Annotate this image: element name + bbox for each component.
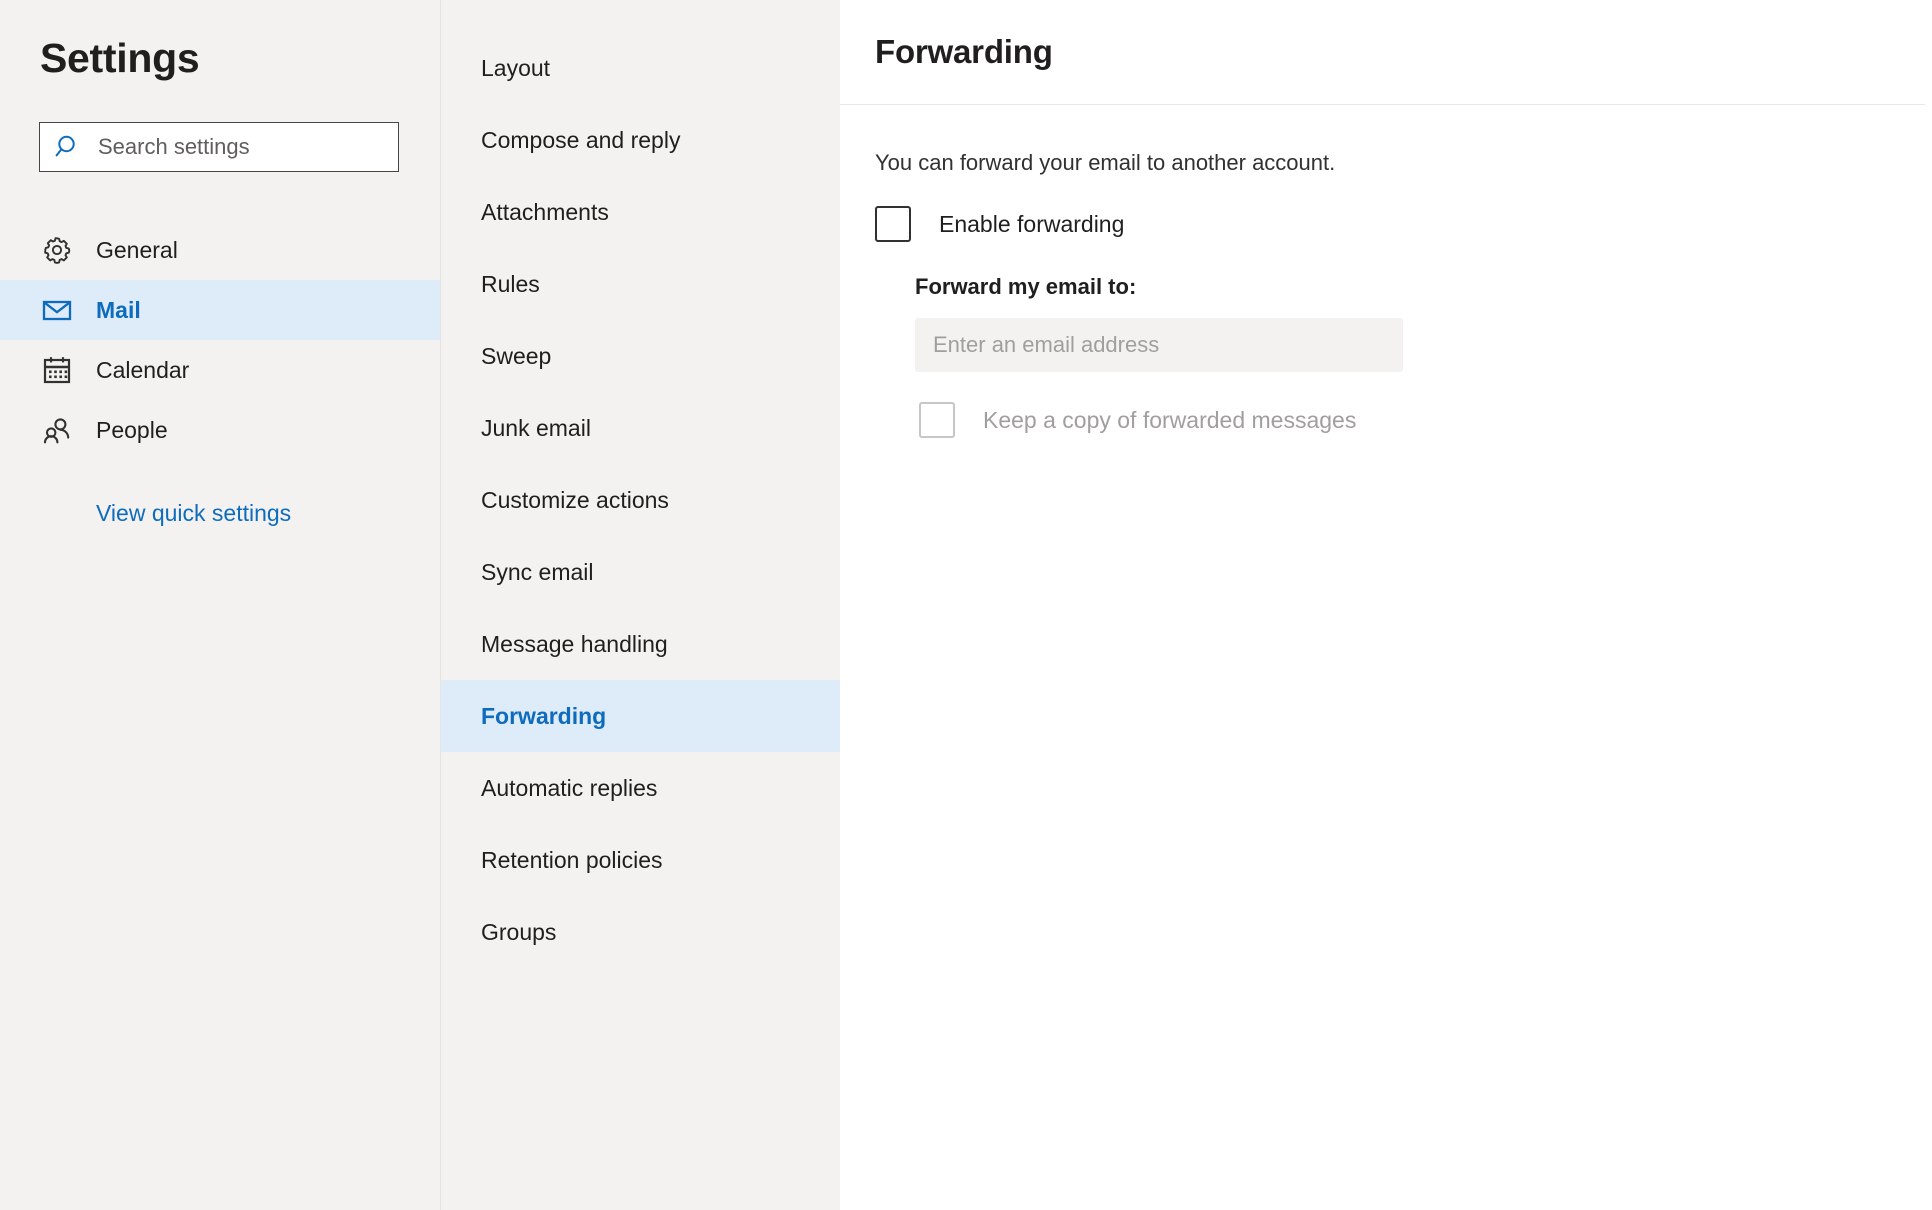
mail-nav-label: Layout [481,54,551,81]
calendar-icon [40,353,74,387]
envelope-icon [40,293,74,327]
mail-nav-item-sync-email[interactable]: Sync email [441,536,840,608]
mail-nav-item-layout[interactable]: Layout [441,32,840,104]
sidebar-item-label: People [96,416,168,443]
search-icon [54,133,82,161]
mail-nav-item-rules[interactable]: Rules [441,248,840,320]
content-body: You can forward your email to another ac… [840,105,1932,438]
forwarding-settings-panel: Forwarding You can forward your email to… [840,0,1932,1210]
settings-window: Settings Search settings General Mail Ca… [0,0,1932,1210]
enable-forwarding-checkbox[interactable] [875,206,911,242]
sidebar-item-calendar[interactable]: Calendar [0,340,440,400]
mail-nav-item-sweep[interactable]: Sweep [441,320,840,392]
mail-nav-label: Message handling [481,630,668,657]
mail-nav-label: Sweep [481,342,552,369]
gear-icon [40,233,74,267]
mail-nav-label: Automatic replies [481,774,658,801]
mail-nav-item-compose-and-reply[interactable]: Compose and reply [441,104,840,176]
keep-copy-checkbox-row[interactable]: Keep a copy of forwarded messages [915,402,1932,438]
mail-nav-item-junk-email[interactable]: Junk email [441,392,840,464]
mail-nav-item-customize-actions[interactable]: Customize actions [441,464,840,536]
mail-nav-label: Customize actions [481,486,669,513]
mail-nav-item-message-handling[interactable]: Message handling [441,608,840,680]
enable-forwarding-checkbox-row[interactable]: Enable forwarding [875,206,1932,242]
mail-nav-label: Rules [481,270,540,297]
mail-nav-label: Forwarding [481,702,607,729]
view-quick-settings-link[interactable]: View quick settings [96,500,291,526]
keep-copy-label: Keep a copy of forwarded messages [983,406,1357,433]
sidebar-item-label: General [96,236,178,263]
sidebar-item-label: Mail [96,296,141,323]
mail-nav-item-groups[interactable]: Groups [441,896,840,968]
search-settings-box[interactable]: Search settings [39,122,399,172]
mail-settings-nav: Layout Compose and reply Attachments Rul… [440,0,840,1210]
quick-settings-container: View quick settings [0,500,440,527]
mail-nav-label: Sync email [481,558,594,585]
page-title: Settings [40,35,200,81]
content-title: Forwarding [875,33,1053,70]
settings-sidebar: Settings Search settings General Mail Ca… [0,0,440,1210]
sidebar-item-label: Calendar [96,356,190,383]
mail-nav-item-attachments[interactable]: Attachments [441,176,840,248]
forward-to-label: Forward my email to: [915,274,1137,299]
mail-nav-label: Attachments [481,198,609,225]
sidebar-item-people[interactable]: People [0,400,440,460]
mail-nav-item-automatic-replies[interactable]: Automatic replies [441,752,840,824]
mail-nav-label: Junk email [481,414,591,441]
keep-copy-checkbox[interactable] [919,402,955,438]
enable-forwarding-label: Enable forwarding [939,210,1125,237]
sidebar-item-mail[interactable]: Mail [0,280,440,340]
forwarding-description: You can forward your email to another ac… [875,150,1336,175]
forward-to-section: Forward my email to: Keep a copy of forw… [875,274,1932,438]
panel-right-edge [1925,0,1932,1210]
search-input-placeholder[interactable]: Search settings [98,134,250,160]
mail-nav-label: Retention policies [481,846,663,873]
mail-nav-label: Groups [481,918,557,945]
mail-nav-item-retention-policies[interactable]: Retention policies [441,824,840,896]
mail-nav-item-forwarding[interactable]: Forwarding [441,680,840,752]
content-header: Forwarding [840,0,1932,105]
people-icon [40,413,74,447]
sidebar-item-general[interactable]: General [0,220,440,280]
sidebar-nav-list: General Mail Calendar People [0,220,440,460]
mail-nav-label: Compose and reply [481,126,681,153]
forward-email-input[interactable] [915,318,1403,372]
